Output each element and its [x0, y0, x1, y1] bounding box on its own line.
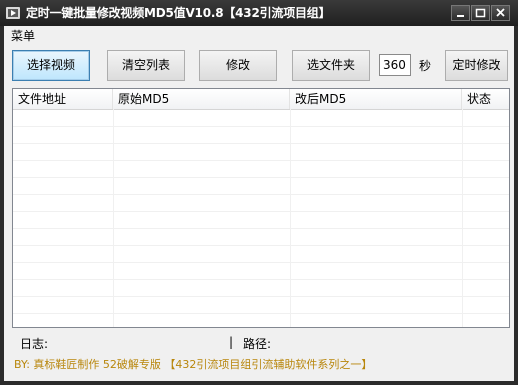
select-folder-button[interactable]: 选文件夹 — [292, 50, 370, 81]
footer-credits: BY: 真标鞋匠制作 52破解专版 【432引流项目组引流辅助软件系列之一】 — [14, 358, 373, 371]
grid-hline — [13, 126, 509, 127]
seconds-input[interactable]: 360 — [379, 54, 411, 76]
grid-hline — [13, 194, 509, 195]
grid-hline — [13, 245, 509, 246]
column-original-md5[interactable]: 原始MD5 — [113, 89, 290, 109]
close-button[interactable] — [491, 5, 510, 21]
minimize-button[interactable] — [451, 5, 470, 21]
column-status[interactable]: 状态 — [462, 89, 509, 109]
app-window: 定时一键批量修改视频MD5值V10.8【432引流项目组】 菜单 选择视频 清空… — [0, 0, 518, 385]
log-label: 日志: — [20, 337, 49, 351]
path-label: 路径: — [243, 337, 272, 351]
grid-hline — [13, 211, 509, 212]
app-icon — [5, 5, 21, 21]
column-modified-md5[interactable]: 改后MD5 — [290, 89, 462, 109]
grid-hline — [13, 160, 509, 161]
menu-main[interactable]: 菜单 — [11, 27, 35, 44]
seconds-unit-label: 秒 — [419, 59, 432, 73]
grid-hline — [13, 262, 509, 263]
window-title: 定时一键批量修改视频MD5值V10.8【432引流项目组】 — [26, 6, 331, 20]
client-area: 菜单 选择视频 清空列表 修改 选文件夹 360 秒 定时修改 文件地址 原始M… — [4, 26, 514, 381]
file-list[interactable]: 文件地址 原始MD5 改后MD5 状态 — [12, 88, 510, 328]
title-bar[interactable]: 定时一键批量修改视频MD5值V10.8【432引流项目组】 — [0, 0, 518, 26]
grid-hline — [13, 279, 509, 280]
grid-hline — [13, 296, 509, 297]
status-separator: | — [229, 335, 234, 349]
grid-hline — [13, 143, 509, 144]
modify-button[interactable]: 修改 — [199, 50, 277, 81]
clear-list-button[interactable]: 清空列表 — [107, 50, 185, 81]
timed-modify-button[interactable]: 定时修改 — [445, 50, 508, 81]
maximize-button[interactable] — [471, 5, 490, 21]
column-file-path[interactable]: 文件地址 — [13, 89, 113, 109]
select-video-button[interactable]: 选择视频 — [12, 50, 90, 81]
status-bar: 日志: | 路径: — [12, 333, 510, 353]
grid-hline — [13, 177, 509, 178]
grid-hline — [13, 313, 509, 314]
grid-hline — [13, 228, 509, 229]
list-header: 文件地址 原始MD5 改后MD5 状态 — [13, 89, 509, 110]
